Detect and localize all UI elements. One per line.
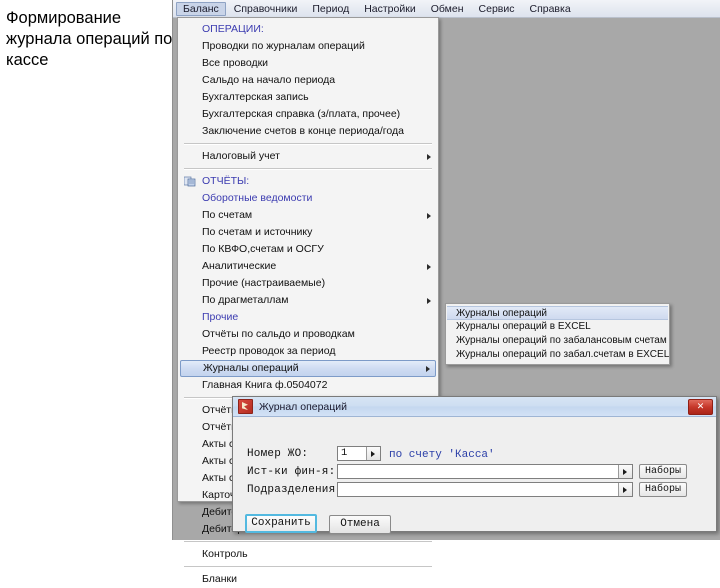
menubar-item-obmen[interactable]: Обмен: [424, 2, 471, 16]
menu-section-reports: ОТЧЁТЫ:: [180, 173, 436, 190]
submenu-item-zabalansovye-scheta[interactable]: Журналы операций по забалансовым счетам: [447, 334, 668, 348]
menu-item-analiticheskie[interactable]: Аналитические: [180, 258, 436, 275]
menu-separator: [184, 143, 432, 145]
division-input[interactable]: [337, 482, 633, 497]
save-button[interactable]: Сохранить: [245, 514, 317, 533]
menu-item-po-schetam-i-istochniku[interactable]: По счетам и источнику: [180, 224, 436, 241]
menu-bar: Баланс Справочники Период Настройки Обме…: [173, 0, 720, 18]
menu-item-label: По драгметаллам: [202, 294, 289, 306]
chevron-right-icon: [427, 212, 431, 219]
menu-section-label: ОТЧЁТЫ:: [202, 175, 250, 187]
menu-item-oborotnye-vedomosti: Оборотные ведомости: [202, 192, 313, 204]
submenu-item-zabal-scheta-excel[interactable]: Журналы операций по забал.счетам в EXCEL: [447, 348, 669, 362]
chevron-right-icon: [427, 153, 431, 160]
menu-item-buhgalterskaya-zapis[interactable]: Бухгалтерская запись: [180, 89, 436, 106]
menu-item-vse-provodki[interactable]: Все проводки: [180, 55, 436, 72]
jo-number-row: Номер ЖО: 1 по счету 'Касса': [233, 445, 716, 463]
dialog-body: Номер ЖО: 1 по счету 'Касса' Ист-ки фин-…: [233, 417, 716, 534]
menu-item-label: Журналы операций: [203, 362, 299, 374]
nabory-label[interactable]: Наборы: [639, 464, 687, 479]
menu-item-prochie: Прочие: [202, 311, 239, 323]
menu-item-blanki[interactable]: Бланки: [180, 571, 436, 588]
chevron-right-icon: [427, 297, 431, 304]
menu-item-zaklyuchenie-schetov[interactable]: Заключение счетов в конце периода/года: [180, 123, 436, 140]
menubar-item-servis[interactable]: Сервис: [472, 2, 522, 16]
jo-number-select[interactable]: 1: [337, 446, 381, 461]
menu-separator: [184, 168, 432, 170]
reports-icon: [184, 176, 196, 187]
menu-item-glavnaya-kniga[interactable]: Главная Книга ф.0504072: [180, 377, 436, 394]
menu-item-kontrol[interactable]: Контроль: [180, 546, 436, 563]
nabory-label[interactable]: Наборы: [639, 482, 687, 497]
slide-root: Формирование журнала операций по кассе Б…: [0, 0, 720, 585]
menu-item-otchety-po-saldo[interactable]: Отчёты по сальдо и проводкам: [180, 326, 436, 343]
division-label: Подразделения:: [247, 484, 343, 496]
menu-item-po-dragmetallam[interactable]: По драгметаллам: [180, 292, 436, 309]
chevron-down-icon[interactable]: [366, 447, 380, 460]
menu-separator: [184, 566, 432, 568]
zhurnal-operatsiy-dialog: Журнал операций ✕ Номер ЖО: 1 по счету '…: [232, 396, 717, 534]
division-row: Подразделения: Наборы: [233, 481, 716, 499]
menu-item-po-schetam[interactable]: По счетам: [180, 207, 436, 224]
menu-item-zhurnaly-operatsiy[interactable]: Журналы операций: [180, 360, 436, 377]
menubar-item-period[interactable]: Период: [305, 2, 356, 16]
zhurnaly-operatsiy-submenu: Журналы операций Журналы операций в EXCE…: [445, 303, 670, 365]
menu-item-reestr-provodok[interactable]: Реестр проводок за период: [180, 343, 436, 360]
cancel-button[interactable]: Отмена: [329, 515, 391, 534]
menu-item-label: Аналитические: [202, 260, 277, 272]
dialog-title: Журнал операций: [259, 400, 348, 413]
account-note: по счету 'Касса': [389, 449, 495, 461]
menu-separator: [184, 541, 432, 543]
menu-section-operations: ОПЕРАЦИИ:: [202, 23, 264, 35]
menu-item-saldo-na-nachalo[interactable]: Сальдо на начало периода: [180, 72, 436, 89]
menu-item-nalogovyy-uchet[interactable]: Налоговый учет: [180, 148, 436, 165]
submenu-item-zhurnaly-operatsiy-excel[interactable]: Журналы операций в EXCEL: [447, 320, 668, 334]
menu-item-label: По счетам: [202, 209, 253, 221]
chevron-down-icon[interactable]: [618, 465, 632, 478]
menu-item-provodki-po-zhurnalam[interactable]: Проводки по журналам операций: [180, 38, 436, 55]
menubar-item-balans[interactable]: Баланс: [176, 1, 226, 16]
menu-item-buhgalterskaya-spravka[interactable]: Бухгалтерская справка (з/плата, прочее): [180, 106, 436, 123]
close-icon[interactable]: ✕: [688, 398, 713, 415]
chevron-right-icon: [427, 263, 431, 270]
slide-caption: Формирование журнала операций по кассе: [6, 9, 173, 69]
menu-item-label: Налоговый учет: [202, 150, 280, 162]
finsource-row: Ист-ки фин-я: Наборы: [233, 463, 716, 481]
menu-item-po-kvfo-schetam-osgu[interactable]: По КВФО,счетам и ОСГУ: [180, 241, 436, 258]
menubar-item-spravochniki[interactable]: Справочники: [227, 2, 305, 16]
submenu-item-zhurnaly-operatsiy[interactable]: Журналы операций: [447, 306, 668, 320]
finsource-label: Ист-ки фин-я:: [247, 466, 336, 478]
menubar-item-spravka[interactable]: Справка: [522, 2, 577, 16]
jo-number-label: Номер ЖО:: [247, 448, 309, 460]
chevron-down-icon[interactable]: [618, 483, 632, 496]
menu-item-prochie-nastraivaemye[interactable]: Прочие (настраиваемые): [180, 275, 436, 292]
dialog-title-bar: Журнал операций ✕: [233, 397, 716, 417]
chevron-right-icon: [426, 365, 430, 372]
app-logo-icon: [238, 399, 253, 414]
menubar-item-nastroyki[interactable]: Настройки: [357, 2, 423, 16]
finsource-input[interactable]: [337, 464, 633, 479]
